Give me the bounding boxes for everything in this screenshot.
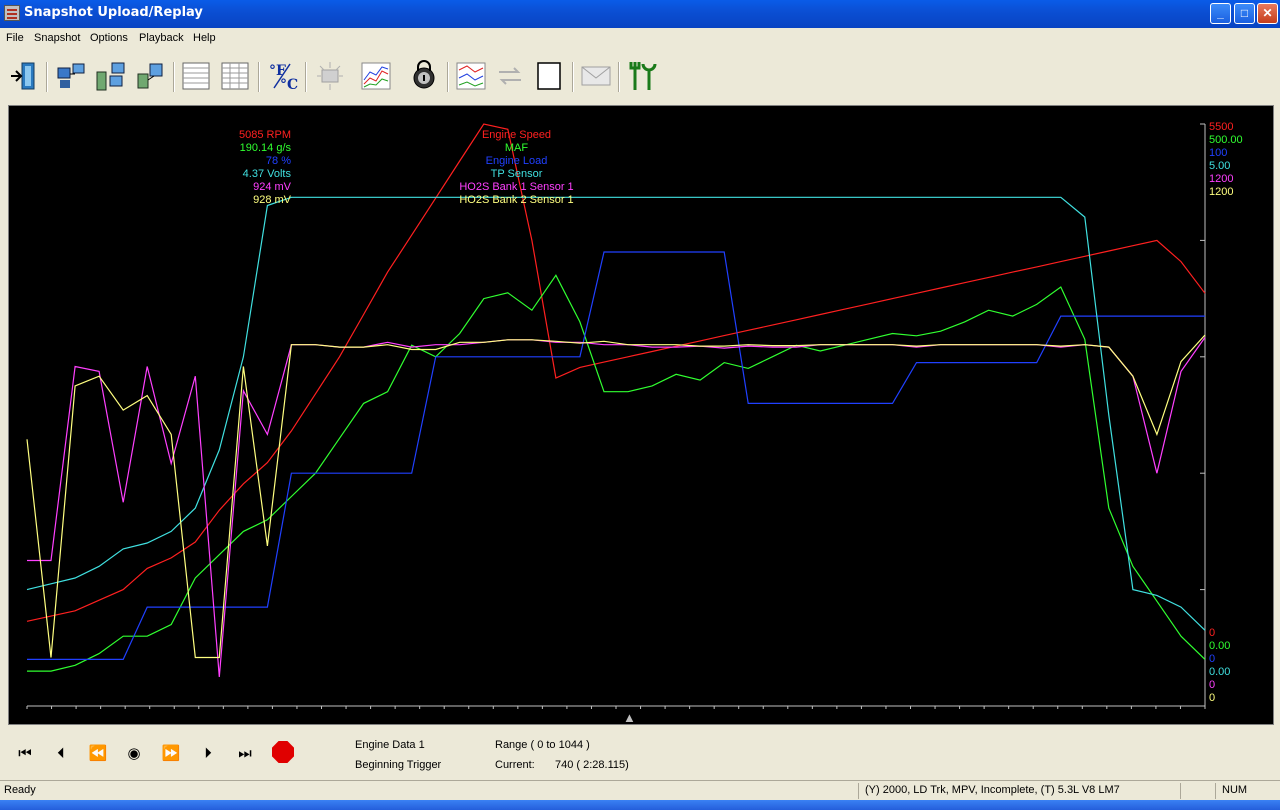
step-forward-icon[interactable]: ⏵ [195,742,221,766]
status-text: Ready [4,784,36,796]
menu-file[interactable]: File [6,32,24,44]
svg-text:°C: °C [280,77,298,92]
rewind-icon[interactable]: ⏪ [85,742,111,766]
upload-icon[interactable] [55,60,87,92]
series-line-ho2s-bank-2-sensor-1 [26,334,1206,659]
close-button[interactable]: ✕ [1257,3,1278,24]
current-value: 740 ( 2:28.115) [555,759,629,771]
legend-name-5: HO2S Bank 2 Sensor 1 [459,194,574,206]
playback-controls: ⏮ ⏴ ⏪ ◉ ⏩ ⏵ ⏭ Engine Data 1 Beginning Tr… [0,730,1280,780]
menu-options[interactable]: Options [90,32,128,44]
record-stop-icon[interactable] [272,741,294,763]
page-icon[interactable] [533,60,565,92]
graph-icon[interactable] [360,60,392,92]
scale-max-0: 5500 [1209,121,1234,133]
legend-name-3: TP Sensor [490,168,543,180]
scale-min-labels: 0 0.00 0 0.00 0 0 [1209,627,1269,705]
multi-graph-icon[interactable] [455,60,487,92]
legend-value-1: 190.14 g/s [239,142,291,154]
range-label: Range ( 0 to 1044 ) [495,739,590,751]
lock-icon[interactable] [408,60,440,92]
multi-upload-icon[interactable] [94,60,126,92]
scale-min-3: 0.00 [1209,666,1231,678]
scale-max-4: 1200 [1209,173,1234,185]
legend-value-3: 4.37 Volts [242,168,291,180]
scale-min-1: 0.00 [1209,640,1231,652]
flash-icon[interactable] [314,60,346,92]
series-line-engine-load [27,251,1205,661]
skip-start-icon[interactable]: ⏮ [12,742,38,766]
minimize-button[interactable]: _ [1210,3,1231,24]
legend-name-2: Engine Load [485,155,548,167]
maximize-button[interactable]: □ [1234,3,1255,24]
title-bar[interactable]: Snapshot Upload/Replay _ □ ✕ [0,0,1280,28]
email-icon[interactable] [580,60,612,92]
taskbar [0,800,1280,810]
network-icon[interactable] [134,60,166,92]
scale-min-0: 0 [1209,627,1216,639]
menu-help[interactable]: Help [193,32,216,44]
scale-max-labels: 5500 500.00 100 5.00 1200 1200 [1209,121,1269,199]
table-icon[interactable] [180,60,212,92]
play-icon[interactable]: ◉ [121,742,147,766]
legend-name-0: Engine Speed [481,129,552,141]
exit-icon[interactable] [8,60,40,92]
window-title: Snapshot Upload/Replay [24,5,203,20]
temp-units-icon[interactable]: °F °C [266,60,298,93]
app-icon [4,5,20,21]
menu-bar: File Snapshot Options Playback Help [0,28,1280,49]
current-label: Current: [495,759,535,771]
legend-value-4: 924 mV [253,181,291,193]
scale-max-5: 1200 [1209,186,1234,198]
scale-max-3: 5.00 [1209,160,1231,172]
scale-min-4: 0 [1209,679,1216,691]
legend-value-5: 928 mV [253,194,291,206]
menu-playback[interactable]: Playback [139,32,184,44]
series-line-tp-sensor [26,196,1206,631]
series-line-engine-speed [26,123,1206,622]
playback-cursor-icon[interactable]: ▲ [623,710,636,725]
legend-name-4: HO2S Bank 1 Sensor 1 [459,181,574,193]
chart-plot [26,123,1206,709]
step-back-icon[interactable]: ⏴ [48,742,74,766]
series-line-ho2s-bank-1-sensor-1 [27,337,1206,677]
chart-panel: 5085 RPM 190.14 g/s 78 % 4.37 Volts 924 mV 92… [0,100,1280,730]
menu-snapshot[interactable]: Snapshot [34,32,80,44]
skip-end-icon[interactable]: ⏭ [232,742,258,766]
fast-forward-icon[interactable]: ⏩ [158,742,184,766]
scale-min-2: 0 [1209,653,1216,665]
legend-values: 5085 RPM 190.14 g/s 78 % 4.37 Volts 924 mV 92… [209,129,291,207]
engine-data-label: Engine Data 1 [355,739,425,751]
tools-icon[interactable] [626,60,658,92]
vehicle-info: (Y) 2000, LD Trk, MPV, Incomplete, (T) 5… [865,784,1120,796]
series-line-maf [27,274,1206,672]
scale-max-2: 100 [1209,147,1228,159]
toolbar: °F °C [0,54,1280,100]
legend-names: Engine Speed MAF Engine Load TP Sensor HO2S … [429,129,604,207]
trigger-label: Beginning Trigger [355,759,442,771]
status-bar: Ready (Y) 2000, LD Trk, MPV, Incomplete,… [0,780,1280,800]
grid-icon[interactable] [219,60,251,92]
legend-value-2: 78 % [265,155,291,167]
scale-max-1: 500.00 [1209,134,1243,146]
data-chart[interactable]: 5085 RPM 190.14 g/s 78 % 4.37 Volts 924 mV 92… [8,105,1274,725]
scale-min-5: 0 [1209,692,1216,704]
legend-name-1: MAF [504,142,529,154]
num-lock-indicator: NUM [1222,784,1248,796]
sync-icon[interactable] [494,60,526,92]
legend-value-0: 5085 RPM [239,129,291,141]
